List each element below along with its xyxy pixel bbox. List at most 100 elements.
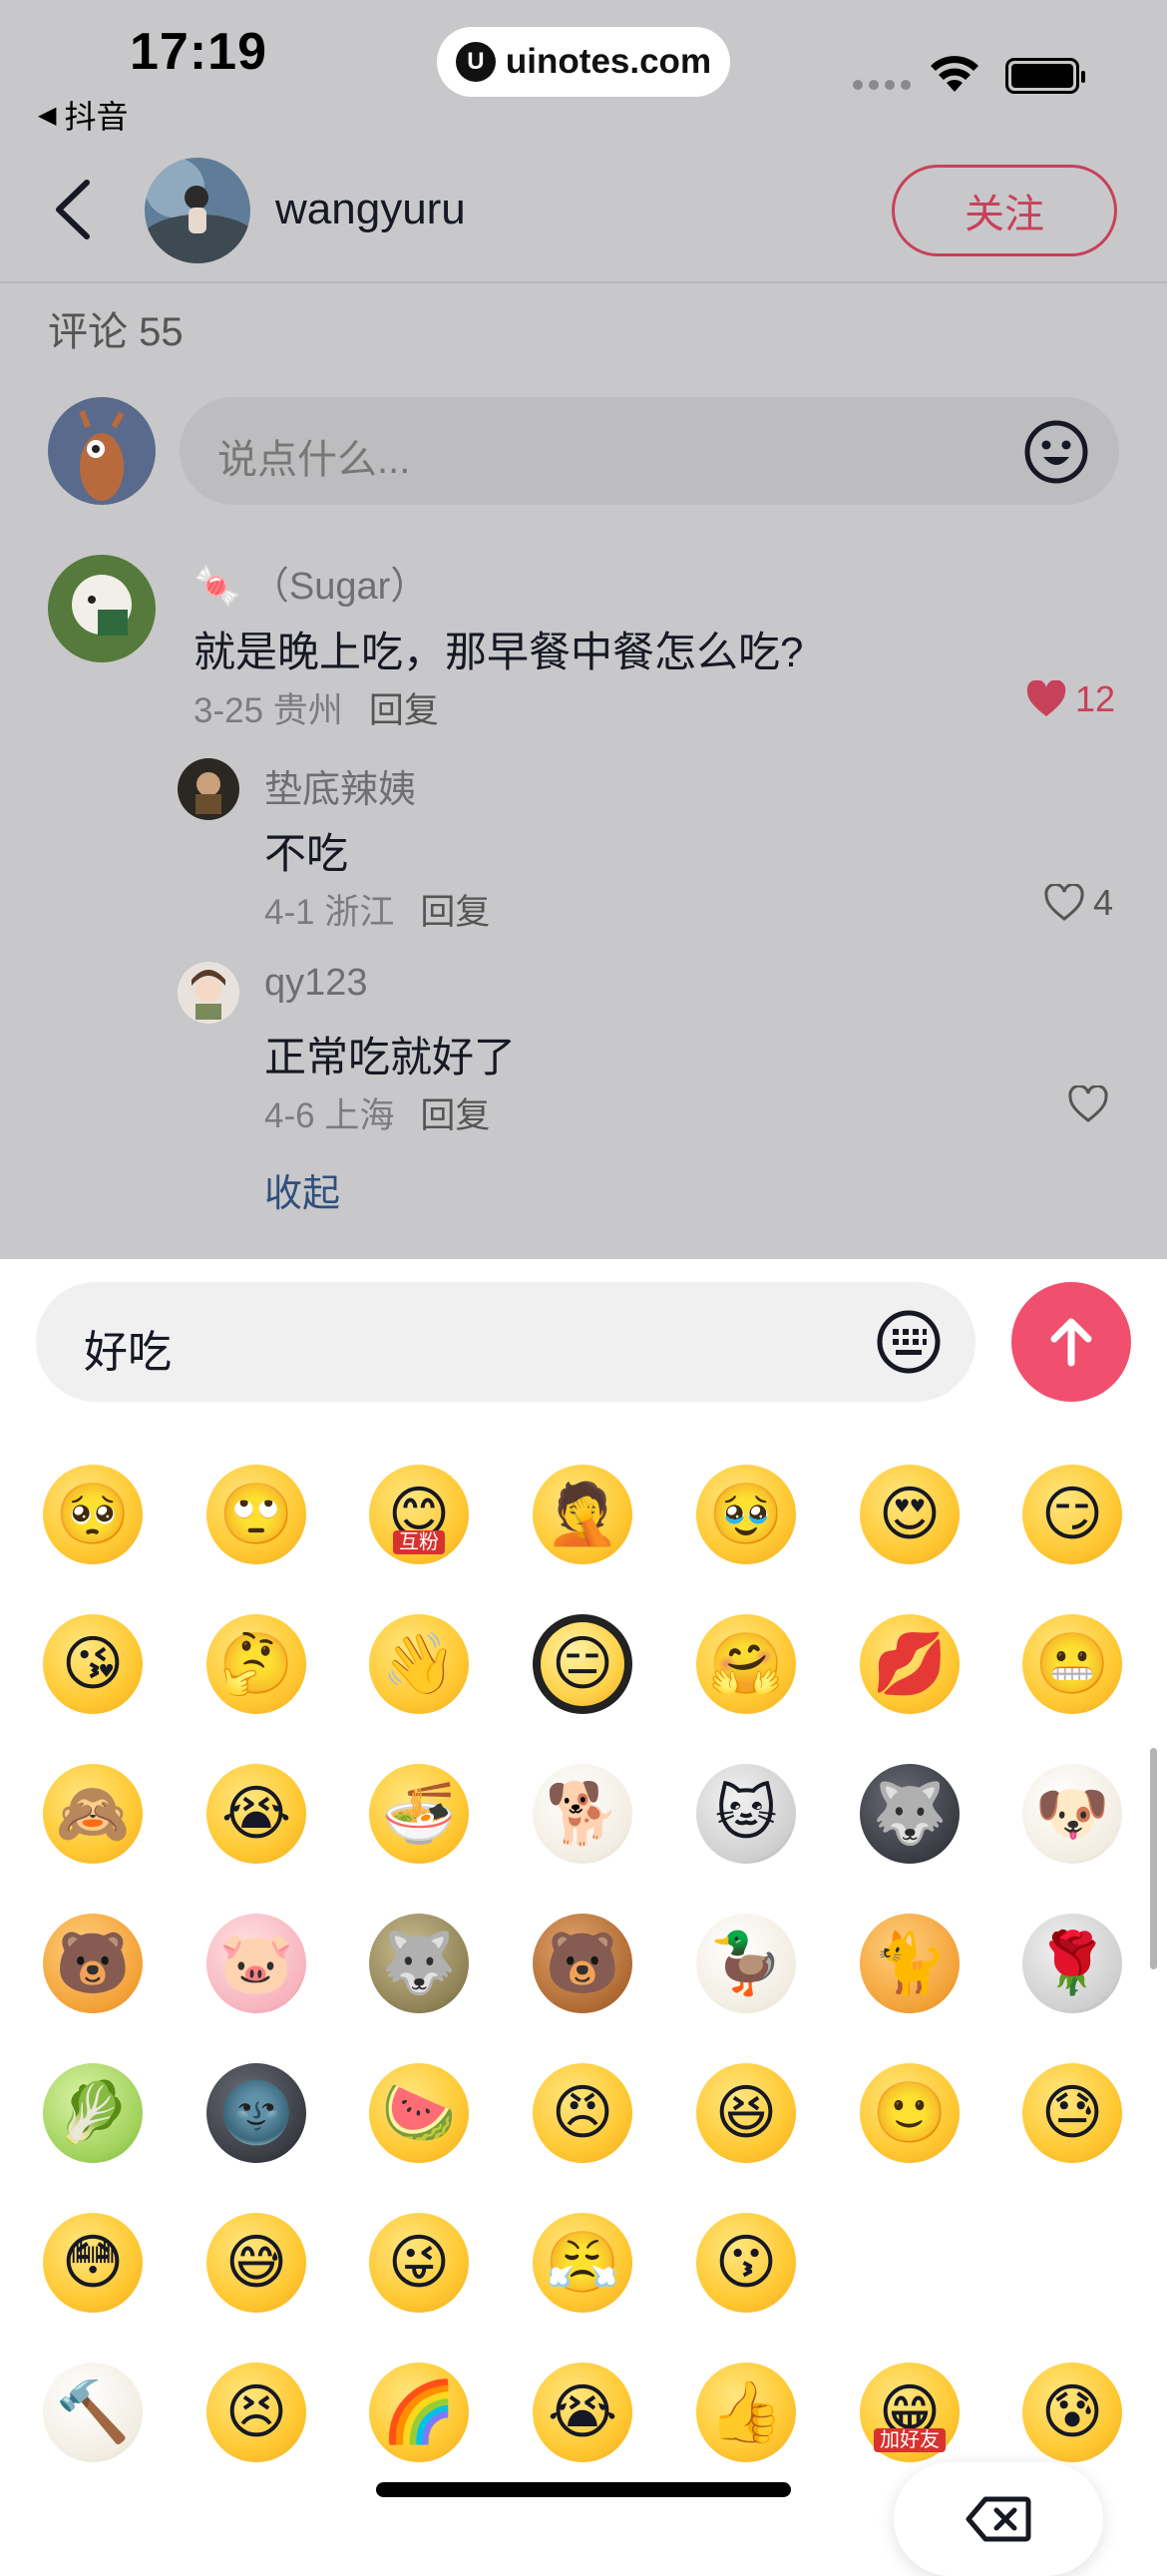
emoji-wolf-icon[interactable]: 🐺 bbox=[369, 1914, 469, 2013]
emoji-cat-wall-icon[interactable]: 🐈 bbox=[860, 1914, 960, 2013]
emoji-add-friend-icon[interactable]: 😁 加好友 bbox=[860, 2362, 960, 2462]
commenter-name[interactable]: 🍬 （Sugar） bbox=[194, 555, 428, 610]
emoji-green-hat-icon[interactable]: 😠 bbox=[533, 2063, 632, 2163]
my-avatar bbox=[48, 397, 156, 505]
author-avatar[interactable] bbox=[145, 158, 250, 263]
send-button[interactable] bbox=[1011, 1282, 1131, 1402]
emoji-grin-teeth-icon[interactable]: 😬 bbox=[1022, 1614, 1122, 1714]
emoji-broken-cry-icon[interactable]: 😭 bbox=[206, 1764, 306, 1864]
emoji-kiss-heart-icon[interactable]: 😘 bbox=[43, 1614, 143, 1714]
battery-icon bbox=[1005, 58, 1085, 94]
emoji-blush-shy-icon[interactable]: 😳 bbox=[43, 2213, 143, 2313]
url-pill: U uinotes.com bbox=[437, 27, 730, 97]
emoji-hug-icon[interactable]: 🤗 bbox=[696, 1614, 796, 1714]
back-triangle-icon: ◀ bbox=[38, 101, 57, 129]
replier-name[interactable]: qy123 bbox=[264, 962, 368, 1005]
reply-date: 4-1 bbox=[264, 893, 315, 932]
emoji-loud-cry-icon[interactable]: 😭 bbox=[533, 2362, 632, 2462]
heart-outline-icon bbox=[1068, 1085, 1108, 1122]
heart-outline-icon bbox=[1044, 884, 1084, 921]
like-button[interactable] bbox=[1067, 1085, 1109, 1123]
follow-button[interactable]: 关注 bbox=[892, 165, 1117, 256]
emoji-duck-icon[interactable]: 🦆 bbox=[696, 1914, 796, 2013]
home-indicator[interactable] bbox=[376, 2482, 791, 2497]
emoji-eating-noodles-icon[interactable]: 🍜 bbox=[369, 1764, 469, 1864]
status-time: 17:19 bbox=[130, 23, 267, 81]
composer-value: 好吃 bbox=[84, 1328, 172, 1377]
reply-location: 浙江 bbox=[324, 893, 395, 932]
emoji-face-icon[interactable] bbox=[1023, 419, 1089, 485]
emoji-thumbs-up-icon[interactable]: 👍 bbox=[696, 2362, 796, 2462]
replier-name[interactable]: 垫底辣姨 bbox=[264, 758, 416, 813]
emoji-headband-icon[interactable]: 😣 bbox=[206, 2362, 306, 2462]
emoji-smug-icon[interactable]: 😏 bbox=[1022, 1465, 1122, 1564]
emoji-heart-eyes-icon[interactable]: 😍 bbox=[860, 1465, 960, 1564]
reply-date: 4-6 bbox=[264, 1096, 315, 1135]
emoji-cabbage-dog-icon[interactable]: 🥬 bbox=[43, 2063, 143, 2163]
emoji-shocked-sweat-icon[interactable]: 😰 bbox=[1022, 2362, 1122, 2462]
emoji-smirk-icon[interactable]: 🙂 bbox=[860, 2063, 960, 2163]
emoji-husky-icon[interactable]: 🐺 bbox=[860, 1764, 960, 1864]
comment-input-box[interactable]: 说点什么... bbox=[180, 397, 1119, 505]
delete-button[interactable] bbox=[894, 2462, 1103, 2576]
composer-panel: 好吃 🥺 🙄 😊 互粉 🤦 🥹 😍 😏 😘 🤔 👋 😑 🤗 💋 😬 🙈 😭 🍜 … bbox=[0, 1259, 1167, 2576]
collapse-replies-link[interactable]: 收起 bbox=[264, 1162, 340, 1217]
emoji-watermelon-icon[interactable]: 🍉 bbox=[369, 2063, 469, 2163]
comment-text: 就是晚上吃，那早餐中餐怎么吃? bbox=[194, 629, 804, 675]
profile-header: wangyuru 关注 bbox=[0, 135, 1167, 283]
reply-text: 不吃 bbox=[264, 830, 349, 877]
back-to-app-link[interactable]: ◀ 抖音 bbox=[38, 92, 128, 138]
emoji-cat-icon[interactable]: 🐱 bbox=[696, 1764, 796, 1864]
emoji-thinking-icon[interactable]: 🤔 bbox=[206, 1614, 306, 1714]
like-count: 4 bbox=[1093, 882, 1114, 923]
arrow-up-icon bbox=[1050, 1318, 1092, 1367]
emoji-dark-moon-icon[interactable]: 🌚 bbox=[206, 2063, 306, 2163]
emoji-sweat-glasses-icon[interactable]: 😓 bbox=[1022, 2063, 1122, 2163]
reply-text: 正常吃就好了 bbox=[264, 1034, 517, 1080]
emoji-brown-bear-icon[interactable]: 🐻 bbox=[533, 1914, 632, 2013]
comment-date: 3-25 bbox=[194, 691, 264, 730]
emoji-pleading-icon[interactable]: 🥹 bbox=[696, 1465, 796, 1564]
emoji-angry-shout-icon[interactable]: 😤 bbox=[533, 2213, 632, 2313]
emoji-fans-sign-icon[interactable]: 😊 互粉 bbox=[369, 1465, 469, 1564]
commenter-avatar[interactable] bbox=[48, 555, 156, 662]
emoji-tongue-wink-icon[interactable]: 😜 bbox=[369, 2213, 469, 2313]
emoji-facepalm-icon[interactable]: 🤦 bbox=[533, 1465, 632, 1564]
backspace-icon bbox=[966, 2496, 1031, 2542]
emoji-eye-roll-icon[interactable]: 🙄 bbox=[206, 1465, 306, 1564]
emoji-hammer-icon[interactable]: 🔨 bbox=[43, 2362, 143, 2462]
reply-button[interactable]: 回复 bbox=[420, 1087, 490, 1138]
emoji-sweat-grin-icon[interactable]: 😅 bbox=[206, 2213, 306, 2313]
emoji-rainbow-vomit-icon[interactable]: 🌈 bbox=[369, 2362, 469, 2462]
reply-button[interactable]: 回复 bbox=[369, 682, 439, 733]
reply-meta: 4-6 上海 回复 bbox=[264, 1087, 490, 1138]
emoji-pig-icon[interactable]: 🐷 bbox=[206, 1914, 306, 2013]
dimmed-comment-area: 17:19 ◀ 抖音 U uinotes.com wangyuru 关注 评论 … bbox=[0, 0, 1167, 1259]
emoji-scrollbar[interactable] bbox=[1150, 1748, 1157, 1969]
back-arrow-icon[interactable] bbox=[45, 175, 105, 244]
emoji-big-lips-icon[interactable]: 💋 bbox=[860, 1614, 960, 1714]
like-button[interactable]: 12 bbox=[1025, 678, 1115, 720]
composer-input[interactable]: 好吃 bbox=[36, 1282, 975, 1402]
emoji-cover-eyes-icon[interactable]: 🙈 bbox=[43, 1764, 143, 1864]
emoji-dog-tongue-icon[interactable]: 🐶 bbox=[1022, 1764, 1122, 1864]
emoji-pout-kiss-icon[interactable]: 😗 bbox=[696, 2213, 796, 2313]
emoji-shiba-icon[interactable]: 🐕 bbox=[533, 1764, 632, 1864]
like-button[interactable]: 4 bbox=[1043, 882, 1113, 924]
replier-avatar[interactable] bbox=[178, 962, 239, 1024]
heart-filled-icon bbox=[1026, 680, 1066, 716]
emoji-wave-icon[interactable]: 👋 bbox=[369, 1614, 469, 1714]
emoji-headphones-icon[interactable]: 😑 bbox=[533, 1614, 632, 1714]
replier-avatar[interactable] bbox=[178, 758, 239, 820]
url-text: uinotes.com bbox=[505, 42, 712, 81]
keyboard-icon[interactable] bbox=[876, 1309, 942, 1375]
emoji-teary-icon[interactable]: 🥺 bbox=[43, 1465, 143, 1564]
author-username[interactable]: wangyuru bbox=[275, 185, 466, 234]
back-app-label: 抖音 bbox=[64, 99, 129, 135]
emoji-clap-icon[interactable]: 😆 bbox=[696, 2063, 796, 2163]
comment-count: 评论 55 bbox=[48, 310, 184, 354]
reply-location: 上海 bbox=[324, 1096, 395, 1135]
reply-button[interactable]: 回复 bbox=[420, 884, 490, 935]
emoji-bear-icon[interactable]: 🐻 bbox=[43, 1914, 143, 2013]
emoji-husky-rose-icon[interactable]: 🌹 bbox=[1022, 1914, 1122, 2013]
